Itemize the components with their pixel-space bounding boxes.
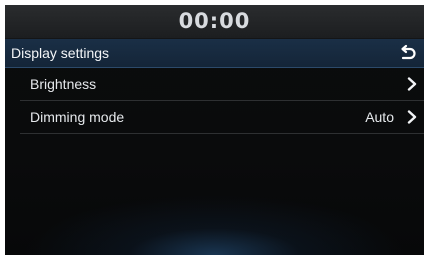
menu-item-brightness[interactable]: Brightness bbox=[20, 68, 424, 101]
menu-item-label: Brightness bbox=[30, 76, 97, 92]
page-title: Display settings bbox=[11, 45, 110, 61]
screen: 00:00 Display settings Brightness Dimmin… bbox=[5, 5, 424, 255]
chevron-right-icon bbox=[406, 77, 418, 91]
status-bar: 00:00 bbox=[5, 5, 424, 39]
clock: 00:00 bbox=[178, 9, 251, 33]
menu-item-label: Dimming mode bbox=[30, 109, 125, 125]
back-button[interactable] bbox=[398, 43, 418, 63]
title-bar: Display settings bbox=[5, 39, 424, 68]
menu-item-dimming-mode[interactable]: Dimming mode Auto bbox=[20, 101, 424, 134]
chevron-right-icon bbox=[406, 110, 418, 124]
back-arrow-icon bbox=[398, 43, 418, 63]
menu-item-value: Auto bbox=[365, 109, 394, 125]
